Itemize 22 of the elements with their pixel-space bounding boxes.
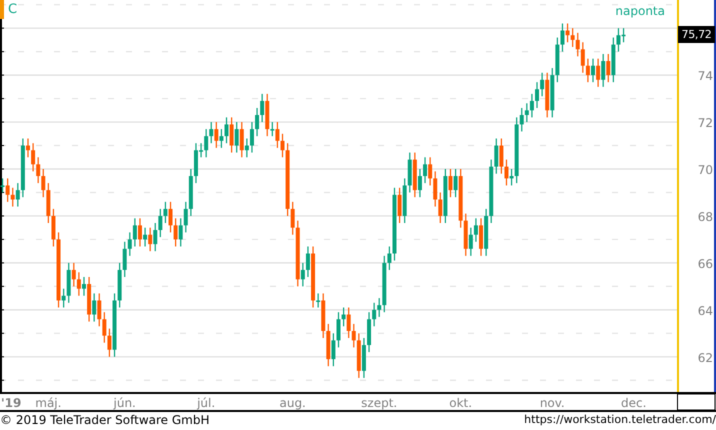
series-marker: [0, 0, 4, 19]
y-axis-label: 72: [698, 116, 713, 130]
y-axis-label: 66: [698, 256, 713, 271]
copyright-text: © 2019 TeleTrader Software GmbH: [0, 412, 210, 429]
last-price-badge: 75,72: [678, 26, 715, 43]
x-axis-label: aug.: [280, 396, 306, 410]
x-axis-label: szept.: [361, 396, 398, 410]
x-axis-label: okt.: [449, 396, 472, 410]
x-axis-label: máj.: [35, 396, 62, 410]
x-axis-label: jún.: [114, 396, 136, 410]
x-axis-label: júl.: [197, 396, 216, 410]
y-axis-label: 64: [698, 304, 713, 318]
y-axis-label: 62: [698, 350, 713, 365]
interval-label: naponta: [615, 4, 665, 18]
y-axis-label: 68: [698, 210, 713, 224]
y-axis-label: 74: [698, 69, 713, 84]
y-axis-label: 70: [698, 163, 713, 177]
symbol-label: C: [8, 2, 18, 17]
x-axis-label: dec.: [621, 396, 646, 410]
x-axis-label: nov.: [540, 396, 565, 410]
year-label: '19: [1, 396, 22, 410]
url-text: https://workstation.teletrader.com/: [524, 412, 716, 428]
